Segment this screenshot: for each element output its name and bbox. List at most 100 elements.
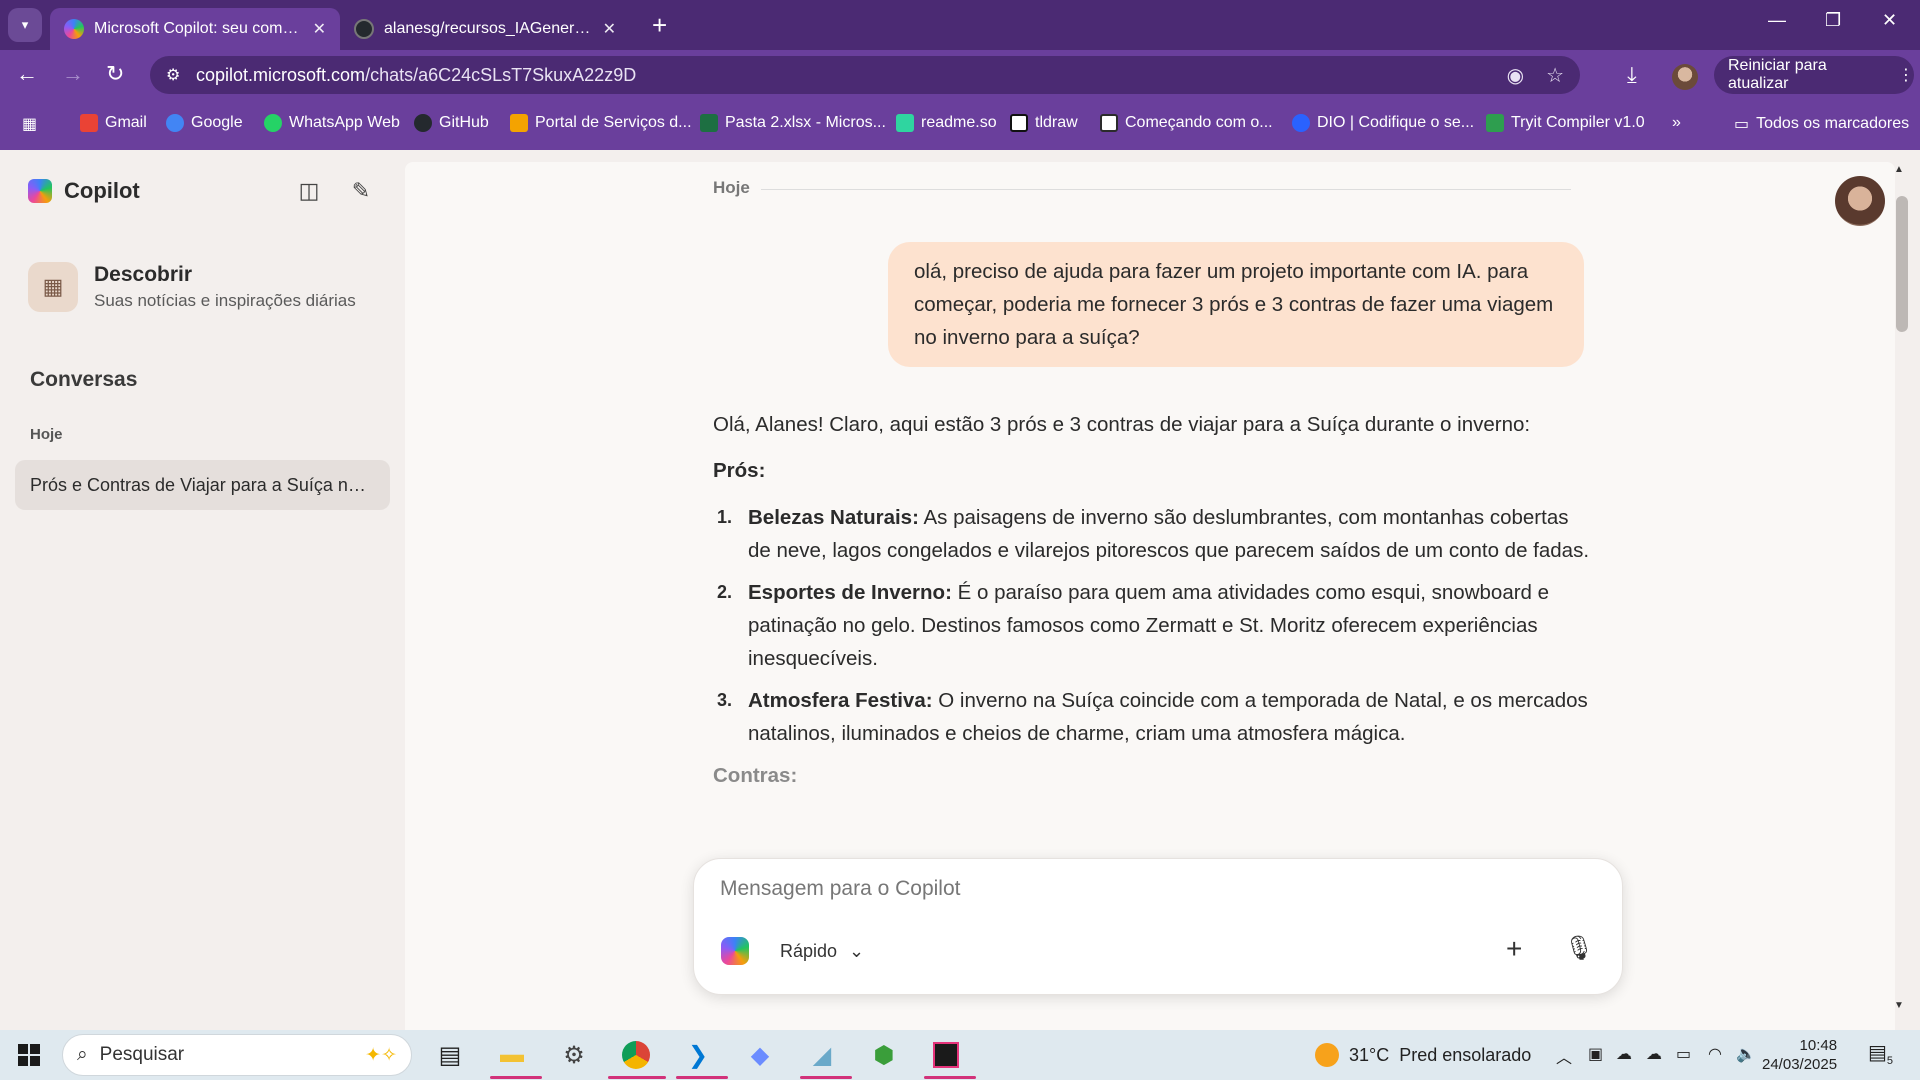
close-window-icon[interactable]: ✕ [1882,10,1897,31]
copilot-page: Copilot ◫ ✎ ▦ Descobrir Suas notícias e … [0,150,1920,1030]
conversations-heading: Conversas [30,368,138,391]
app-diamond-icon[interactable]: ◆ [742,1038,778,1072]
windows-start-icon[interactable] [18,1044,40,1066]
tab-title: Microsoft Copilot: seu companheiro [94,20,303,37]
bookmark-readme[interactable]: readme.so [896,114,997,132]
all-bookmarks-button[interactable]: ▭ Todos os marcadores [1734,114,1909,134]
weather-temp: 31°C [1349,1044,1390,1065]
intellij-icon[interactable] [928,1038,964,1072]
divider-line [761,189,1571,190]
bookmark-whatsapp[interactable]: WhatsApp Web [264,114,400,132]
app-green-cube-icon[interactable]: ⬢ [866,1038,902,1072]
battery-icon[interactable]: ▭ [1676,1044,1691,1064]
close-tab-icon[interactable]: ✕ [313,19,326,39]
address-bar[interactable]: ⚙ copilot.microsoft.com/chats/a6C24cSLsT… [150,56,1580,94]
sparkle-icon: ✦✧ [365,1044,397,1066]
update-button[interactable]: Reiniciar para atualizar ⋮ [1714,56,1914,94]
bookmarks-bar: ▦ Gmail Google WhatsApp Web GitHub Porta… [0,100,1920,150]
minimize-icon[interactable]: — [1768,10,1786,31]
close-tab-icon[interactable]: ✕ [603,19,616,39]
tab-github[interactable]: alanesg/recursos_IAGenerativa ✕ [340,8,630,50]
pros-list: 1. Belezas Naturais: As paisagens de inv… [713,501,1593,750]
tray-cloud-icon[interactable]: ☁ [1646,1044,1662,1064]
cons-heading: Contras: [713,764,798,787]
brand[interactable]: Copilot [28,178,140,204]
bookmark-notion[interactable]: Começando com o... [1100,114,1273,132]
bookmark-github[interactable]: GitHub [414,114,489,132]
excel-icon [700,114,718,132]
bookmark-tryit[interactable]: Tryit Compiler v1.0 [1486,114,1645,132]
bookmark-portal[interactable]: Portal de Serviços d... [510,114,692,132]
apps-grid-icon[interactable]: ▦ [22,114,37,134]
assistant-intro: Olá, Alanes! Claro, aqui estão 3 prós e … [713,413,1531,436]
brand-name: Copilot [64,178,140,203]
volume-icon[interactable]: 🔈 [1736,1044,1756,1064]
vscode-icon[interactable]: ❯ [680,1038,716,1072]
discover-subtitle: Suas notícias e inspirações diárias [94,291,356,310]
bookmark-label: WhatsApp Web [289,114,400,131]
weather-sun-icon [1315,1043,1339,1067]
menu-kebab-icon[interactable]: ⋮ [1898,65,1914,85]
search-placeholder: Pesquisar [99,1044,185,1065]
tray-chevron-up-icon[interactable]: ︿ [1556,1044,1572,1068]
download-icon[interactable]: ⤓ [1627,62,1637,88]
bookmark-label: Google [191,114,243,131]
list-number: 3. [717,690,733,710]
new-tab-button[interactable]: + [652,10,667,40]
eye-off-icon[interactable]: ◉ [1507,63,1524,88]
microphone-icon[interactable]: 🎙 [1564,933,1594,965]
restore-icon[interactable]: ❐ [1825,10,1841,31]
bookmark-label: Começando com o... [1125,114,1273,131]
clock[interactable]: 10:48 24/03/2025 [1762,1036,1837,1074]
new-chat-icon[interactable]: ✎ [346,178,376,204]
reload-icon[interactable]: ↻ [106,62,124,86]
settings-icon[interactable]: ⚙ [556,1038,592,1072]
wifi-icon[interactable]: ◠ [1708,1044,1722,1064]
conversation-item[interactable]: Prós e Contras de Viajar para a Suíça no… [15,460,390,510]
file-explorer-icon[interactable]: ▬ [494,1038,530,1072]
tryit-icon [1486,114,1504,132]
discover-link[interactable]: ▦ Descobrir Suas notícias e inspirações … [28,262,356,312]
more-bookmarks-icon[interactable]: » [1672,114,1681,132]
url-text[interactable]: copilot.microsoft.com/chats/a6C24cSLsT7S… [196,65,1485,86]
bookmark-dio[interactable]: DIO | Codifique o se... [1292,114,1474,132]
tab-copilot[interactable]: Microsoft Copilot: seu companheiro ✕ [50,8,340,50]
back-icon[interactable]: ← [16,62,38,86]
bookmark-tldraw[interactable]: tldraw [1010,114,1078,132]
site-info-icon[interactable]: ⚙ [166,65,196,85]
message-input[interactable] [720,877,1540,901]
bookmark-gmail[interactable]: Gmail [80,114,147,132]
list-term: Belezas Naturais: [748,506,919,529]
star-icon[interactable]: ☆ [1546,63,1564,88]
list-term: Esportes de Inverno: [748,581,952,604]
tray-device-icon[interactable]: ▣ [1588,1044,1603,1064]
list-term: Atmosfera Festiva: [748,689,933,712]
tab-search-button[interactable]: ▾ [8,8,42,42]
taskbar-search[interactable]: ⌕ Pesquisar ✦✧ [62,1034,412,1076]
task-view-icon[interactable]: ▤ [432,1038,468,1072]
sidebar-toggle-icon[interactable]: ◫ [294,178,324,204]
scroll-down-arrow[interactable]: ▼ [1894,1000,1904,1011]
copilot-logo-icon[interactable] [721,937,749,965]
add-attachment-icon[interactable]: + [1506,933,1522,965]
github-favicon [354,19,374,39]
bookmark-excel[interactable]: Pasta 2.xlsx - Micros... [700,114,886,132]
scroll-up-arrow[interactable]: ▲ [1894,164,1904,175]
profile-avatar[interactable] [1672,64,1698,90]
app-blue-window-icon[interactable]: ◢ [804,1038,840,1072]
app-indicator [800,1076,852,1079]
forward-icon[interactable]: → [62,62,84,86]
chrome-icon[interactable] [618,1038,654,1072]
user-avatar[interactable] [1835,176,1885,226]
tray-cloud-off-icon[interactable]: ☁ [1616,1044,1632,1064]
tldraw-icon [1010,114,1028,132]
bookmark-label: readme.so [921,114,997,131]
date-divider: Hoje [713,178,750,197]
mode-selector[interactable]: Rápido ⌄ [780,941,864,962]
composer: Rápido ⌄ + 🎙 [693,858,1623,995]
notification-icon[interactable]: ▤5 [1868,1040,1893,1067]
bookmark-google[interactable]: Google [166,114,243,132]
scrollbar-thumb[interactable] [1896,196,1908,332]
weather-widget[interactable]: 31°C Pred ensolarado [1315,1043,1531,1067]
vscode-indicator [676,1076,728,1079]
